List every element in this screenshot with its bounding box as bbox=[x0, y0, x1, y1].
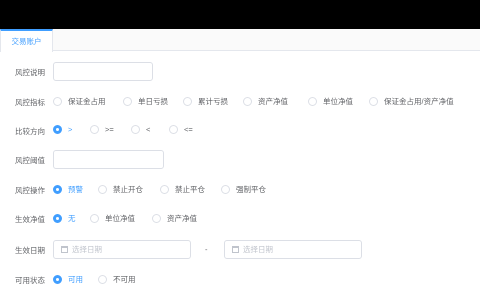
radio-compare-gt[interactable]: > bbox=[53, 125, 72, 134]
risk-desc-label: 风控说明 bbox=[15, 68, 45, 77]
radio-circle-icon bbox=[152, 214, 161, 223]
radio-checked-icon bbox=[53, 125, 62, 134]
action-label: 风控操作 bbox=[15, 186, 45, 195]
radio-circle-icon bbox=[160, 185, 169, 194]
indicator-label: 风控指标 bbox=[15, 98, 45, 107]
radio-compare-lt[interactable]: < bbox=[131, 125, 150, 134]
radio-action-warn[interactable]: 预警 bbox=[53, 184, 83, 195]
radio-indicator-asset-nav[interactable]: 资产净值 bbox=[243, 96, 288, 107]
top-black-bar bbox=[0, 0, 480, 29]
status-label: 可用状态 bbox=[15, 276, 45, 285]
end-date-picker[interactable]: 选择日期 bbox=[224, 240, 362, 259]
radio-circle-icon bbox=[308, 97, 317, 106]
radio-circle-icon bbox=[243, 97, 252, 106]
radio-indicator-unit-nav[interactable]: 单位净值 bbox=[308, 96, 353, 107]
radio-checked-icon bbox=[53, 185, 62, 194]
radio-indicator-daily-loss[interactable]: 单日亏损 bbox=[123, 96, 168, 107]
radio-status-enabled[interactable]: 可用 bbox=[53, 274, 83, 285]
date-separator: - bbox=[205, 245, 208, 254]
threshold-input[interactable] bbox=[53, 150, 164, 169]
radio-indicator-margin[interactable]: 保证金占用 bbox=[53, 96, 106, 107]
radio-net-none[interactable]: 无 bbox=[53, 213, 76, 224]
radio-circle-icon bbox=[90, 214, 99, 223]
radio-circle-icon bbox=[131, 125, 140, 134]
radio-action-no-close[interactable]: 禁止平仓 bbox=[160, 184, 205, 195]
net-value-label: 生效净值 bbox=[15, 215, 45, 224]
tab-bar bbox=[0, 29, 480, 51]
radio-checked-icon bbox=[53, 214, 62, 223]
radio-action-no-open[interactable]: 禁止开仓 bbox=[98, 184, 143, 195]
radio-circle-icon bbox=[123, 97, 132, 106]
radio-action-force-close[interactable]: 强制平仓 bbox=[221, 184, 266, 195]
start-date-picker[interactable]: 选择日期 bbox=[53, 240, 191, 259]
radio-circle-icon bbox=[98, 275, 107, 284]
radio-indicator-cum-loss[interactable]: 累计亏损 bbox=[183, 96, 228, 107]
radio-compare-gte[interactable]: >= bbox=[90, 125, 114, 134]
radio-indicator-margin-ratio[interactable]: 保证金占用/资产净值 bbox=[369, 96, 454, 107]
risk-desc-input[interactable] bbox=[53, 62, 153, 81]
radio-checked-icon bbox=[53, 275, 62, 284]
compare-label: 比较方向 bbox=[15, 127, 45, 136]
effective-date-label: 生效日期 bbox=[15, 246, 45, 255]
radio-status-disabled[interactable]: 不可用 bbox=[98, 274, 136, 285]
tab-trading-account[interactable]: 交易账户 bbox=[0, 29, 53, 52]
threshold-label: 风控阈值 bbox=[15, 156, 45, 165]
radio-circle-icon bbox=[98, 185, 107, 194]
radio-net-asset[interactable]: 资产净值 bbox=[152, 213, 197, 224]
radio-compare-lte[interactable]: <= bbox=[169, 125, 193, 134]
radio-circle-icon bbox=[369, 97, 378, 106]
radio-circle-icon bbox=[90, 125, 99, 134]
radio-circle-icon bbox=[221, 185, 230, 194]
radio-circle-icon bbox=[183, 97, 192, 106]
radio-net-unit[interactable]: 单位净值 bbox=[90, 213, 135, 224]
radio-circle-icon bbox=[53, 97, 62, 106]
radio-circle-icon bbox=[169, 125, 178, 134]
calendar-icon bbox=[232, 246, 239, 253]
calendar-icon bbox=[61, 246, 68, 253]
